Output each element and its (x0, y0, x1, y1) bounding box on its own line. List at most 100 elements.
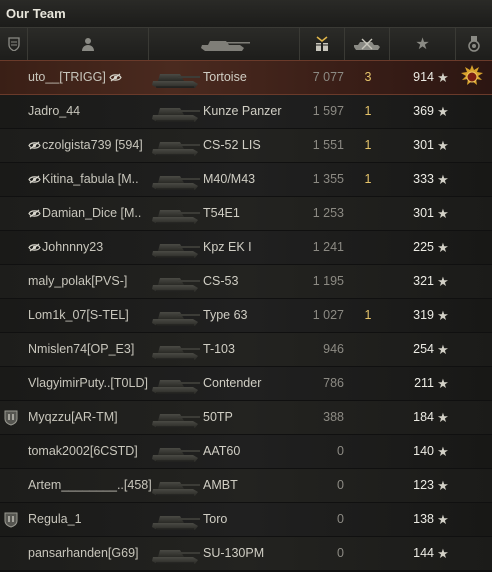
frags-value (348, 469, 388, 502)
damage-column-icon (316, 36, 328, 51)
score-value: 301 (413, 138, 434, 152)
player-column-header[interactable] (28, 28, 149, 60)
player-row[interactable]: Regula_1 Toro 0 138 ★ (0, 503, 492, 536)
tank-name: M40/M43 (203, 172, 256, 186)
player-name: czolgista739 [594] (42, 138, 143, 152)
player-row[interactable]: Damian_Dice [M.. T54E1 1 253 301 ★ (0, 197, 492, 230)
tank-image (150, 299, 202, 332)
player-row[interactable]: Myqzzu[AR-TM] 50TP 388 184 ★ (0, 401, 492, 434)
player-name: Johnnny23 (42, 240, 104, 254)
player-row[interactable]: pansarhanden[G69] SU-130PM 0 144 ★ (0, 537, 492, 570)
clan-badge-cell (4, 197, 22, 230)
tank-image (150, 61, 202, 94)
frags-value (348, 333, 388, 366)
medal-cell (458, 265, 486, 298)
medal-cell (458, 129, 486, 162)
tank-name: SU-130PM (203, 546, 265, 560)
tank-icon (152, 108, 200, 122)
frags-value: 1 (364, 138, 372, 152)
clan-badge-cell (4, 435, 22, 468)
damage-value: 786 (323, 376, 344, 390)
tank-icon (152, 244, 200, 258)
frags-value: 3 (364, 70, 372, 84)
player-name: Lom1k_07[S-TEL] (28, 308, 129, 322)
tank-icon (152, 142, 200, 156)
star-icon: ★ (437, 138, 449, 153)
player-row[interactable]: VlagyimirPuty..[T0LD] Contender 786 211 ★ (0, 367, 492, 400)
frags-value (348, 197, 388, 230)
score-value: 914 (413, 70, 434, 84)
vehicle-column-header[interactable] (149, 28, 300, 60)
clan-badge-cell (4, 401, 22, 434)
tank-icon (152, 278, 200, 292)
medal-column-header[interactable] (456, 28, 492, 60)
score-value: 254 (413, 342, 434, 356)
eye-icon (28, 209, 41, 218)
player-row-self[interactable]: uto__[TRIGG] Tortoise 7 077 3 914 ★ (0, 60, 492, 95)
clan-badge-cell (4, 231, 22, 264)
tank-image (150, 95, 202, 128)
tank-image (150, 333, 202, 366)
player-row[interactable]: tomak2002[6CSTD] AAT60 0 140 ★ (0, 435, 492, 468)
damage-value: 0 (337, 444, 344, 458)
player-name: Kitina_fabula [M.. (42, 172, 139, 186)
clan-badge-cell (4, 129, 22, 162)
eye-icon (28, 141, 41, 150)
player-row[interactable]: czolgista739 [594] CS-52 LIS 1 551 1 301 ★ (0, 129, 492, 162)
tank-icon (152, 414, 200, 428)
tank-icon (152, 176, 200, 190)
tank-image (150, 163, 202, 196)
damage-value: 1 355 (312, 172, 344, 186)
badge-column-icon (7, 37, 20, 51)
damage-column-header[interactable] (300, 28, 345, 60)
player-row[interactable]: Johnnny23 Kpz EK I 1 241 225 ★ (0, 231, 492, 264)
frags-column-header[interactable] (345, 28, 390, 60)
damage-value: 1 195 (312, 274, 344, 288)
tank-name: 50TP (203, 410, 233, 424)
star-icon: ★ (437, 274, 449, 289)
clan-badge-cell (4, 503, 22, 536)
clan-badge-cell (4, 333, 22, 366)
score-value: 225 (413, 240, 434, 254)
badge-column-header[interactable] (0, 28, 28, 60)
damage-value: 0 (337, 478, 344, 492)
tank-icon (152, 516, 200, 530)
tank-image (150, 537, 202, 570)
medal-cell (458, 537, 486, 570)
damage-value: 1 597 (312, 104, 344, 118)
frags-value (348, 231, 388, 264)
score-value: 138 (413, 512, 434, 526)
damage-value: 1 027 (312, 308, 344, 322)
player-name: VlagyimirPuty..[T0LD] (28, 376, 148, 390)
star-column-header[interactable]: ★ (390, 28, 456, 60)
player-row[interactable]: Jadro_44 Kunze Panzer 1 597 1 369 ★ (0, 95, 492, 128)
player-row[interactable]: Nmislen74[OP_E3] T-103 946 254 ★ (0, 333, 492, 366)
star-icon: ★ (437, 104, 449, 119)
tank-name: Tortoise (203, 70, 247, 84)
player-row[interactable]: maly_polak[PVS-] CS-53 1 195 321 ★ (0, 265, 492, 298)
player-name: tomak2002[6CSTD] (28, 444, 138, 458)
player-name: Damian_Dice [M.. (42, 206, 142, 220)
star-icon: ★ (437, 342, 449, 357)
player-row[interactable]: Kitina_fabula [M.. M40/M43 1 355 1 333 ★ (0, 163, 492, 196)
score-value: 333 (413, 172, 434, 186)
tank-icon (152, 482, 200, 496)
player-column-icon (82, 38, 94, 51)
score-value: 319 (413, 308, 434, 322)
frags-value: 1 (364, 104, 372, 118)
player-row[interactable]: Lom1k_07[S-TEL] Type 63 1 027 1 319 ★ (0, 299, 492, 332)
tank-name: T-103 (203, 342, 235, 356)
frags-value (348, 503, 388, 536)
player-row[interactable]: Artem________..[458] AMBT 0 123 ★ (0, 469, 492, 502)
score-value: 184 (413, 410, 434, 424)
player-name: Artem________..[458] (28, 478, 152, 492)
medal-cell (458, 231, 486, 264)
medal-cell (458, 367, 486, 400)
column-header-row: ★ (0, 28, 492, 61)
panel-title: Our Team (0, 0, 492, 28)
clan-badge-icon (4, 410, 18, 426)
player-name: pansarhanden[G69] (28, 546, 139, 560)
score-value: 321 (413, 274, 434, 288)
medal-cell (458, 61, 486, 94)
medal-cell (458, 299, 486, 332)
